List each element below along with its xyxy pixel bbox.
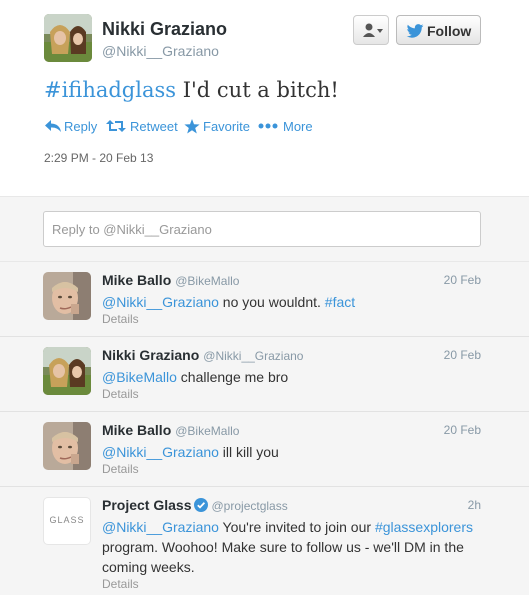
reply-body: challenge me bro [176,369,289,385]
hashtag-link[interactable]: #fact [325,294,355,310]
mention-link[interactable]: @Nikki__Graziano [102,294,219,310]
list-item: Mike Ballo @BikeMallo 20 Feb @Nikki__Graz… [0,262,529,337]
reply-text: @Nikki__Graziano ill kill you [102,442,492,462]
favorite-label: Favorite [203,119,250,134]
reply-date[interactable]: 20 Feb [444,273,481,287]
list-item: GLASS Project Glass @projectglass 2h @Nik… [0,487,529,595]
reply-author[interactable]: Nikki Graziano @Nikki__Graziano [102,347,303,363]
reply-text: @BikeMallo challenge me bro [102,367,492,387]
follow-button[interactable]: Follow [396,15,481,45]
reply-body: no you wouldnt. [218,294,325,310]
glass-logo-text: GLASS [49,515,85,525]
mention-link[interactable]: @Nikki__Graziano [102,444,219,460]
reply-action[interactable]: Reply [44,118,98,136]
author-name: Project Glass [102,497,192,513]
reply-text: @Nikki__Graziano no you wouldnt. #fact [102,292,492,312]
reply-label: Reply [64,119,98,134]
avatar[interactable] [44,14,92,62]
author-handle: @BikeMallo [175,274,240,288]
favorite-action[interactable]: Favorite [184,118,260,136]
reply-author[interactable]: Mike Ballo @BikeMallo [102,422,239,438]
more-dots-icon [258,123,278,129]
user-dropdown-icon [363,23,383,37]
reply-body-start: You're invited to join our [218,519,375,535]
reply-date[interactable]: 20 Feb [444,348,481,362]
avatar[interactable] [43,347,91,395]
reply-date[interactable]: 2h [468,498,481,512]
details-link[interactable]: Details [102,312,139,326]
list-item: Nikki Graziano @Nikki__Graziano 20 Feb @B… [0,337,529,412]
reply-text: @Nikki__Graziano You're invited to join … [102,517,492,577]
details-link[interactable]: Details [102,577,139,591]
details-link[interactable]: Details [102,387,139,401]
verified-icon [193,498,208,512]
avatar[interactable] [43,272,91,320]
reply-input[interactable] [43,211,481,247]
hashtag-link[interactable]: #ifihadglass [44,78,176,102]
bird-icon [406,24,424,38]
reply-body: ill kill you [218,444,279,460]
list-item: Mike Ballo @BikeMallo 20 Feb @Nikki__Graz… [0,412,529,487]
tweet-text: #ifihadglass I'd cut a bitch! [44,78,339,102]
author-name: Mike Ballo [102,422,172,438]
hashtag-link[interactable]: #glassexplorers [375,519,473,535]
mention-link[interactable]: @BikeMallo [102,369,177,385]
reply-icon [45,120,61,132]
tweet-body: I'd cut a bitch! [176,78,339,102]
reply-date[interactable]: 20 Feb [444,423,481,437]
details-link[interactable]: Details [102,462,139,476]
main-tweet: Nikki Graziano @Nikki__Graziano Follow #… [0,0,529,196]
user-actions-button[interactable] [353,15,389,45]
reply-author[interactable]: Mike Ballo @BikeMallo [102,272,239,288]
more-label: More [283,119,313,134]
star-icon [184,119,200,134]
tweet-timestamp[interactable]: 2:29 PM - 20 Feb 13 [44,151,153,165]
more-action[interactable]: More [258,118,314,136]
tweet-actions: Reply Retweet Favorite More [44,118,344,136]
retweet-action[interactable]: Retweet [106,118,178,136]
reply-author[interactable]: Project Glass @projectglass [102,497,288,513]
retweet-icon [106,120,126,132]
mention-link[interactable]: @Nikki__Graziano [102,519,219,535]
avatar[interactable] [43,422,91,470]
author-handle: @BikeMallo [175,424,240,438]
user-name[interactable]: Nikki Graziano [102,19,227,40]
retweet-label: Retweet [130,119,178,134]
reply-area [0,196,529,262]
reply-body-end: program. Woohoo! Make sure to follow us … [102,539,464,575]
follow-label: Follow [427,23,472,39]
avatar[interactable]: GLASS [43,497,91,545]
author-name: Nikki Graziano [102,347,200,363]
author-handle: @projectglass [211,499,288,513]
author-handle: @Nikki__Graziano [203,349,304,363]
user-handle[interactable]: @Nikki__Graziano [102,43,219,59]
author-name: Mike Ballo [102,272,172,288]
